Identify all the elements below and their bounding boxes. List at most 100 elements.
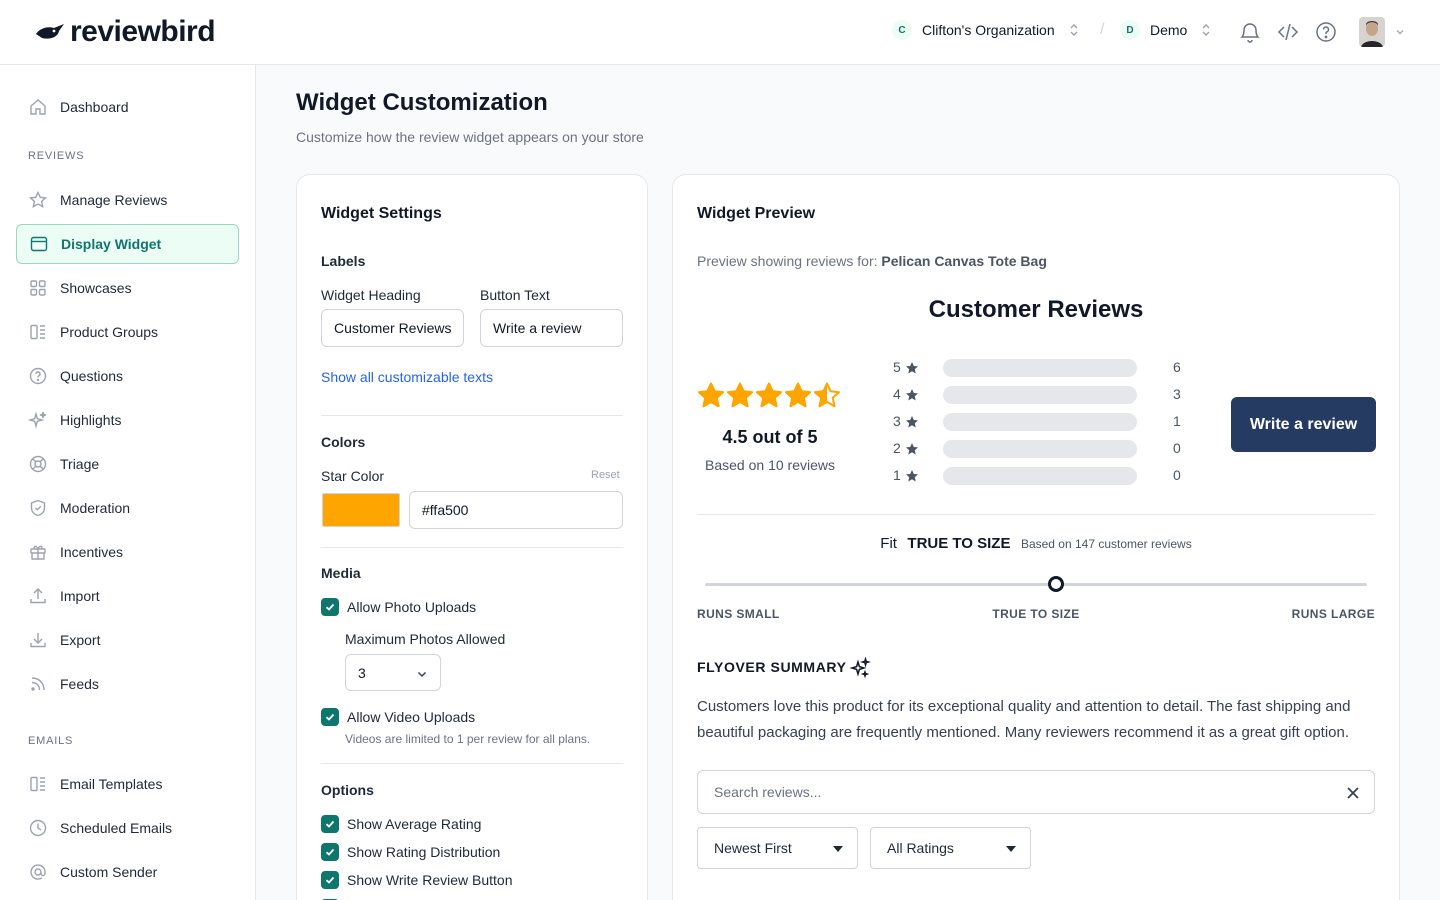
org-name: Clifton's Organization	[922, 22, 1055, 38]
distribution-review-count: 0	[1173, 440, 1181, 456]
summary-line: beautiful packaging are frequently menti…	[697, 724, 1350, 741]
check-icon	[325, 820, 335, 828]
help-icon[interactable]	[1314, 20, 1338, 44]
labels-section-title: Labels	[321, 253, 366, 269]
sidebar-item-highlights[interactable]: Highlights	[16, 400, 239, 440]
star-icon	[905, 361, 919, 375]
sidebar-item-label: Display Widget	[61, 236, 162, 252]
max-photos-select[interactable]: 3	[345, 654, 441, 691]
show-average-rating-label: Show Average Rating	[347, 816, 482, 832]
at-icon	[30, 864, 46, 880]
bird-logo-icon	[36, 24, 64, 39]
button-text-input[interactable]: Write a review	[480, 309, 623, 347]
distribution-review-count: 0	[1173, 467, 1181, 483]
clock-icon	[29, 819, 47, 837]
sidebar-item-import[interactable]: Import	[16, 576, 239, 616]
allow-video-label: Allow Video Uploads	[347, 709, 476, 725]
distribution-star-count: 5	[893, 359, 901, 375]
allow-photo-label: Allow Photo Uploads	[347, 599, 477, 615]
distribution-review-count: 1	[1173, 413, 1181, 429]
widget-heading-label: Widget Heading	[321, 287, 421, 303]
widget-heading-input[interactable]: Customer Reviews	[321, 309, 464, 347]
sidebar-item-display-widget[interactable]: Display Widget	[16, 224, 239, 264]
fit-mid-label: TRUE TO SIZE	[992, 607, 1080, 621]
distribution-row[interactable]: 31	[893, 412, 1193, 432]
bell-icon[interactable]	[1238, 20, 1262, 44]
show-write-review-checkbox[interactable]	[321, 871, 339, 889]
preview-product-line: Preview showing reviews for: Pelican Can…	[697, 253, 1047, 269]
average-stars	[697, 380, 843, 410]
sidebar-item-feeds[interactable]: Feeds	[16, 664, 239, 704]
organization-switcher[interactable]: C Clifton's Organization	[892, 20, 1079, 40]
close-icon[interactable]	[1346, 786, 1360, 800]
sidebar-item-export[interactable]: Export	[16, 620, 239, 660]
widget-preview-card: Widget Preview Preview showing reviews f…	[672, 174, 1400, 900]
sidebar-item-triage[interactable]: Triage	[16, 444, 239, 484]
chevron-updown-icon	[1202, 24, 1210, 36]
star-icon	[28, 190, 48, 208]
sidebar-item-manage-reviews[interactable]: Manage Reviews	[16, 180, 239, 220]
sidebar-section-reviews: REVIEWS	[28, 150, 85, 162]
options-section-title: Options	[321, 782, 374, 798]
fit-prefix: Fit	[880, 535, 897, 552]
sidebar-item-questions[interactable]: Questions	[16, 356, 239, 396]
top-bar: reviewbird C Clifton's Organization / D …	[0, 0, 1440, 65]
allow-video-checkbox[interactable]	[321, 708, 339, 726]
brand-logo[interactable]: reviewbird	[34, 14, 216, 50]
reset-color-link[interactable]: Reset	[591, 469, 620, 481]
distribution-bar	[943, 386, 1137, 404]
preview-showing-prefix: Preview showing reviews for:	[697, 253, 878, 269]
chevron-updown-icon	[1070, 24, 1078, 36]
rating-star-icon	[785, 382, 811, 408]
rating-star-icon	[756, 382, 782, 408]
distribution-row[interactable]: 20	[893, 439, 1193, 459]
flyover-summary-text: Customers love this product for its exce…	[697, 694, 1350, 746]
star-color-swatch[interactable]	[322, 493, 400, 527]
distribution-star-count: 1	[893, 467, 901, 483]
sidebar: Dashboard REVIEWS Manage Reviews Display…	[0, 65, 256, 900]
fit-high-label: RUNS LARGE	[1291, 607, 1375, 621]
distribution-row[interactable]: 56	[893, 358, 1193, 378]
average-rating-text: 4.5 out of 5	[722, 427, 818, 447]
show-write-review-label: Show Write Review Button	[347, 872, 513, 888]
sidebar-item-email-templates[interactable]: Email Templates	[16, 764, 239, 804]
sidebar-item-scheduled-emails[interactable]: Scheduled Emails	[16, 808, 239, 848]
sidebar-item-moderation[interactable]: Moderation	[16, 488, 239, 528]
project-switcher[interactable]: D Demo	[1120, 20, 1211, 40]
distribution-star-count: 3	[893, 413, 901, 429]
sidebar-item-custom-sender[interactable]: Custom Sender	[16, 852, 239, 892]
project-badge: D	[1120, 20, 1140, 40]
chevron-down-icon[interactable]	[1394, 26, 1406, 38]
sidebar-item-label: Scheduled Emails	[60, 820, 173, 836]
max-photos-label: Maximum Photos Allowed	[345, 631, 506, 647]
shield-icon	[30, 499, 46, 517]
show-average-rating-checkbox[interactable]	[321, 815, 339, 833]
distribution-review-count: 3	[1173, 386, 1181, 402]
download-icon	[30, 633, 46, 648]
sidebar-item-product-groups[interactable]: Product Groups	[16, 312, 239, 352]
sidebar-item-label: Import	[60, 588, 100, 604]
code-icon[interactable]	[1276, 20, 1300, 44]
distribution-row[interactable]: 43	[893, 385, 1193, 405]
sidebar-item-label: Moderation	[60, 500, 131, 516]
sidebar-item-showcases[interactable]: Showcases	[16, 268, 239, 308]
colors-section-title: Colors	[321, 434, 366, 450]
star-color-hex-input[interactable]: #ffa500	[409, 491, 623, 529]
show-all-texts-link[interactable]: Show all customizable texts	[321, 369, 493, 385]
gift-icon	[30, 545, 46, 560]
sidebar-item-incentives[interactable]: Incentives	[16, 532, 239, 572]
sort-value: Newest First	[714, 840, 792, 856]
page-title: Widget Customization	[296, 89, 548, 116]
user-avatar[interactable]	[1359, 17, 1385, 47]
rating-filter-select[interactable]: All Ratings	[870, 827, 1031, 869]
sparkles-icon	[849, 657, 871, 679]
sidebar-item-label: Feeds	[60, 676, 99, 692]
search-reviews-input[interactable]: Search reviews...	[697, 770, 1375, 814]
write-review-button[interactable]: Write a review	[1231, 397, 1376, 452]
allow-photo-checkbox[interactable]	[321, 598, 339, 616]
sort-select[interactable]: Newest First	[697, 827, 858, 869]
chevron-down-icon	[417, 671, 427, 678]
distribution-row[interactable]: 10	[893, 466, 1193, 486]
sidebar-item-dashboard[interactable]: Dashboard	[16, 87, 239, 127]
show-rating-distribution-checkbox[interactable]	[321, 843, 339, 861]
